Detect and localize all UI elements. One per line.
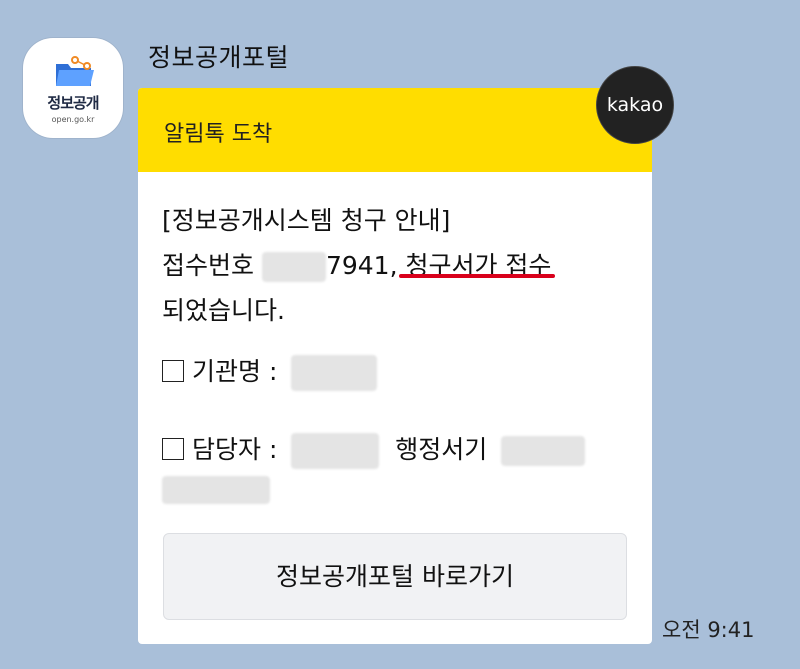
redacted-contact-1 (501, 436, 586, 466)
message-line-3: 되었습니다. (162, 296, 285, 325)
redacted-contact-2 (162, 476, 270, 504)
logo-text: 정보공개 (47, 94, 99, 112)
logo-subtext: open.go.kr (51, 115, 95, 124)
receipt-label: 접수번호 (162, 251, 262, 280)
redacted-agency (291, 355, 378, 391)
card-header: 알림톡 도착 (138, 88, 652, 172)
message-timestamp: 오전 9:41 (662, 618, 755, 642)
receipt-number-suffix: 7941, (325, 251, 406, 280)
checkbox-icon (162, 438, 184, 460)
kakao-badge: kakao (596, 66, 674, 144)
agency-label: 기관명 : (192, 357, 278, 386)
message-line-2: 접수번호 7941, 청구서가 접수 (162, 243, 642, 288)
manager-row: 담당자 : 행정서기 (162, 430, 586, 469)
manager-label: 담당자 : (192, 435, 278, 464)
agency-row: 기관명 : (162, 352, 378, 391)
open-portal-button[interactable]: 정보공개포털 바로가기 (163, 533, 627, 620)
sender-name: 정보공개포털 (148, 43, 290, 72)
message-line-1: [정보공개시스템 청구 안내] (162, 206, 451, 235)
redacted-manager-name (291, 433, 380, 469)
card-header-title: 알림톡 도착 (164, 122, 273, 147)
redacted-receipt-prefix (261, 252, 326, 282)
highlighted-text: 청구서가 접수 (405, 251, 552, 280)
message-body: [정보공개시스템 청구 안내] 접수번호 7941, 청구서가 접수 되었습니다… (162, 198, 642, 333)
manager-title: 행정서기 (395, 435, 488, 464)
avatar[interactable]: 정보공개 open.go.kr (23, 38, 123, 138)
folder-icon (56, 56, 94, 86)
checkbox-icon (162, 360, 184, 382)
